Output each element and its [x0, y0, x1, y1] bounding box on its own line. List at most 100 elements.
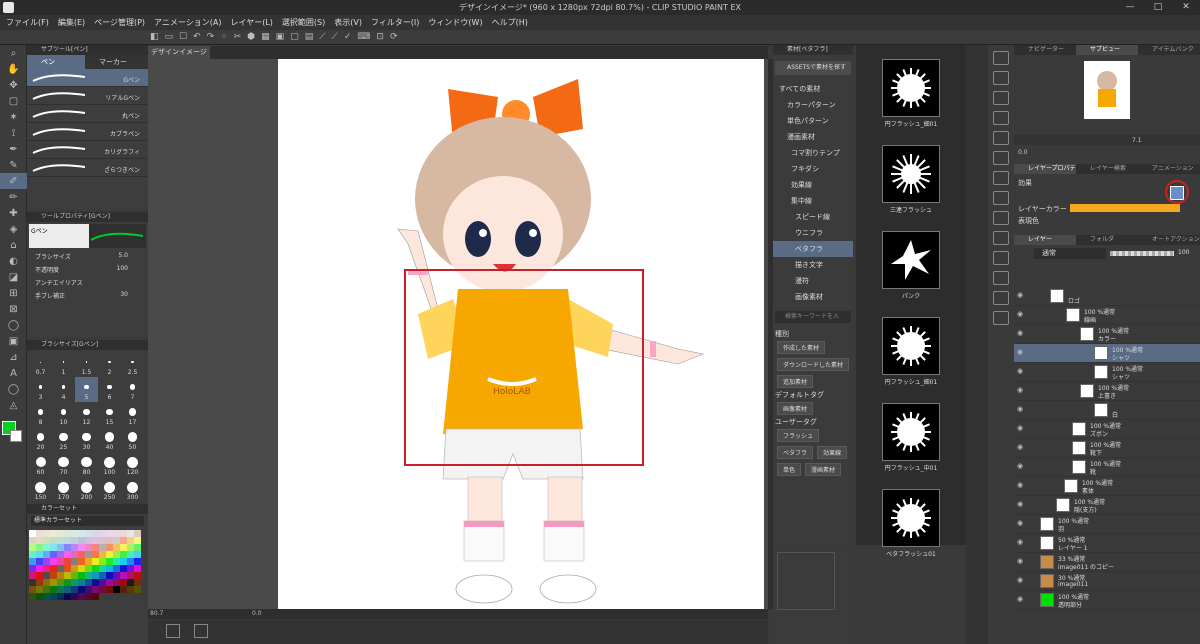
color-swatch[interactable]	[64, 537, 71, 544]
color-swatch[interactable]	[78, 537, 85, 544]
color-swatch[interactable]	[64, 544, 71, 551]
command-icon-0[interactable]: ◧	[150, 32, 159, 42]
color-swatch[interactable]	[92, 579, 99, 586]
color-swatch[interactable]	[120, 558, 127, 565]
property-value[interactable]: 30	[120, 291, 128, 298]
layer-row[interactable]: ◉ 100 %通常 カラー	[1014, 325, 1200, 344]
color-swatch[interactable]	[36, 537, 43, 544]
color-swatch[interactable]	[113, 565, 120, 572]
canvas-tab[interactable]: デザインイメージ* ✕	[148, 46, 210, 69]
size-preset[interactable]: 80	[75, 452, 98, 477]
color-swatch[interactable]	[29, 551, 36, 558]
color-swatch[interactable]	[99, 551, 106, 558]
brush-item[interactable]: Gペン	[27, 69, 148, 87]
color-swatch[interactable]	[85, 579, 92, 586]
material-tree-item[interactable]: 漫画素材	[773, 129, 853, 145]
dock-icon-8[interactable]	[993, 211, 1009, 225]
color-swatch[interactable]	[106, 572, 113, 579]
layer-row[interactable]: ◉ 100 %通常 シャツ	[1014, 344, 1200, 363]
color-swatch[interactable]	[50, 586, 57, 593]
color-swatch[interactable]	[71, 593, 78, 600]
color-swatch[interactable]	[36, 593, 43, 600]
color-swatch[interactable]	[71, 586, 78, 593]
layer-row[interactable]: ◉ 100 %通常 上書き	[1014, 382, 1200, 401]
command-icon-5[interactable]: ⁘	[220, 32, 228, 42]
command-icon-13[interactable]: ⟋	[332, 32, 338, 42]
size-preset[interactable]: 2	[98, 352, 121, 377]
color-swatch[interactable]	[36, 579, 43, 586]
color-swatch[interactable]	[127, 572, 134, 579]
dock-icon-12[interactable]	[993, 291, 1009, 305]
eye-icon[interactable]: ◉	[1017, 595, 1023, 603]
menu-item-9[interactable]: ヘルプ(H)	[492, 17, 528, 28]
color-swatch[interactable]	[127, 537, 134, 544]
color-swatch[interactable]	[99, 579, 106, 586]
property-row[interactable]: 不透明度 100	[27, 263, 148, 276]
color-swatch[interactable]	[78, 558, 85, 565]
eye-icon[interactable]: ◉	[1017, 424, 1023, 432]
opacity-slider[interactable]	[1110, 251, 1174, 256]
size-preset[interactable]: 100	[98, 452, 121, 477]
layer-row[interactable]: ◉ 100 %通常 シャツ	[1014, 363, 1200, 382]
material-tree-item[interactable]: すべての素材	[773, 81, 853, 97]
color-swatch[interactable]	[120, 530, 127, 537]
tool-icon-1[interactable]: ✋	[0, 61, 27, 77]
tag-button[interactable]: 作成した素材	[777, 341, 826, 354]
color-swatch[interactable]	[78, 586, 85, 593]
color-swatch[interactable]	[29, 572, 36, 579]
color-swatch[interactable]	[43, 565, 50, 572]
color-swatch[interactable]	[64, 558, 71, 565]
color-swatch[interactable]	[127, 586, 134, 593]
menu-item-4[interactable]: レイヤー(L)	[230, 17, 272, 28]
navigator-toggle-icon[interactable]	[166, 624, 180, 638]
color-swatch[interactable]	[134, 565, 141, 572]
color-swatch[interactable]	[43, 530, 50, 537]
command-icon-1[interactable]: ▭	[165, 32, 174, 42]
size-preset[interactable]: 8	[29, 402, 52, 427]
color-swatch[interactable]	[36, 544, 43, 551]
color-swatch[interactable]	[127, 544, 134, 551]
color-set-selector[interactable]: 標準カラーセット	[31, 516, 144, 526]
color-swatch[interactable]	[120, 551, 127, 558]
color-swatch[interactable]	[57, 572, 64, 579]
color-swatch[interactable]	[71, 537, 78, 544]
tool-icon-4[interactable]: ✶	[0, 109, 27, 125]
color-swatch[interactable]	[92, 544, 99, 551]
navigator-preview[interactable]	[1084, 61, 1130, 119]
brush-item[interactable]: リアルGペン	[27, 87, 148, 105]
color-swatch[interactable]	[106, 565, 113, 572]
eye-icon[interactable]: ◉	[1017, 291, 1023, 299]
material-tree-item[interactable]: 画像素材	[773, 289, 853, 305]
color-swatch[interactable]	[92, 593, 99, 600]
color-swatch[interactable]	[29, 593, 36, 600]
tab-auto-action[interactable]: オートアクション	[1138, 235, 1200, 245]
size-preset[interactable]: 2.5	[121, 352, 144, 377]
color-swatch[interactable]	[113, 558, 120, 565]
tool-icon-7[interactable]: ✎	[0, 157, 27, 173]
color-swatch[interactable]	[120, 565, 127, 572]
eye-icon[interactable]: ◉	[1017, 348, 1023, 356]
material-tree-item[interactable]: スピード線	[773, 209, 853, 225]
menu-item-0[interactable]: ファイル(F)	[6, 17, 49, 28]
tag-button[interactable]: 効果線	[817, 446, 848, 459]
color-swatch[interactable]	[71, 565, 78, 572]
layer-row[interactable]: ◉ 100 %通常 隠(支方)	[1014, 496, 1200, 515]
dock-icon-7[interactable]	[993, 191, 1009, 205]
menu-item-7[interactable]: フィルター(I)	[371, 17, 419, 28]
layer-row[interactable]: ◉ 100 %通常羽	[1014, 515, 1200, 534]
property-value[interactable]: 100	[117, 265, 128, 272]
size-preset[interactable]: 20	[29, 427, 52, 452]
command-icon-11[interactable]: ▤	[305, 32, 314, 42]
color-swatch[interactable]	[43, 558, 50, 565]
material-thumbnail[interactable]: 円フラッシュ_中01	[856, 403, 966, 483]
color-swatch[interactable]	[71, 572, 78, 579]
material-thumbnail[interactable]: 円フラッシュ_細01	[856, 317, 966, 397]
tag-button[interactable]: 漫画素材	[805, 463, 842, 476]
opacity-value[interactable]: 100	[1178, 249, 1189, 256]
property-row[interactable]: アンチエイリアス	[27, 276, 148, 289]
color-swatch[interactable]	[57, 593, 64, 600]
color-swatch[interactable]	[92, 558, 99, 565]
color-swatch[interactable]	[99, 565, 106, 572]
color-swatch[interactable]	[78, 565, 85, 572]
color-swatch[interactable]	[43, 551, 50, 558]
